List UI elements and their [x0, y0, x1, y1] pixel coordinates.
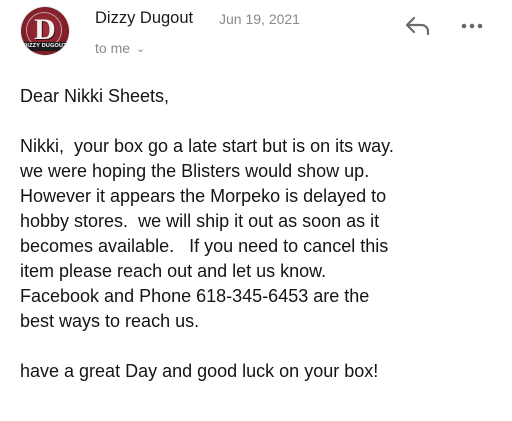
message-closing: have a great Day and good luck on your b…	[20, 361, 379, 381]
message-line: However it appears the Morpeko is delaye…	[20, 186, 387, 206]
reply-button[interactable]	[404, 14, 432, 38]
recipient-details-toggle[interactable]: to me ⌄	[95, 40, 145, 56]
sender-avatar[interactable]: D DIZZY DUGOUT	[21, 7, 69, 55]
message-greeting: Dear Nikki Sheets,	[20, 86, 170, 106]
message-line: Facebook and Phone 618-345-6453 are the	[20, 286, 370, 306]
message-line: item please reach out and let us know.	[20, 261, 327, 281]
reply-icon	[405, 16, 430, 36]
recipient-label: to me	[95, 40, 131, 56]
message-body: Dear Nikki Sheets, Nikki, your box go a …	[20, 84, 505, 384]
more-options-button[interactable]	[458, 14, 486, 38]
avatar-band-text: DIZZY DUGOUT	[21, 42, 69, 51]
message-paragraph: Nikki, your box go a late start but is o…	[20, 134, 505, 334]
message-line: best ways to reach us.	[20, 311, 200, 331]
message-line: hobby stores. we will ship it out as soo…	[20, 211, 380, 231]
message-date: Jun 19, 2021	[219, 10, 300, 27]
message-line: we were hoping the Blisters would show u…	[20, 161, 370, 181]
chevron-down-icon: ⌄	[136, 43, 146, 55]
message-line: becomes available. If you need to cancel…	[20, 236, 389, 256]
more-icon	[461, 23, 483, 29]
email-header: D DIZZY DUGOUT Dizzy Dugout Jun 19, 2021…	[0, 0, 512, 72]
message-line: Nikki, your box go a late start but is o…	[20, 136, 394, 156]
sender-name[interactable]: Dizzy Dugout	[95, 9, 193, 28]
